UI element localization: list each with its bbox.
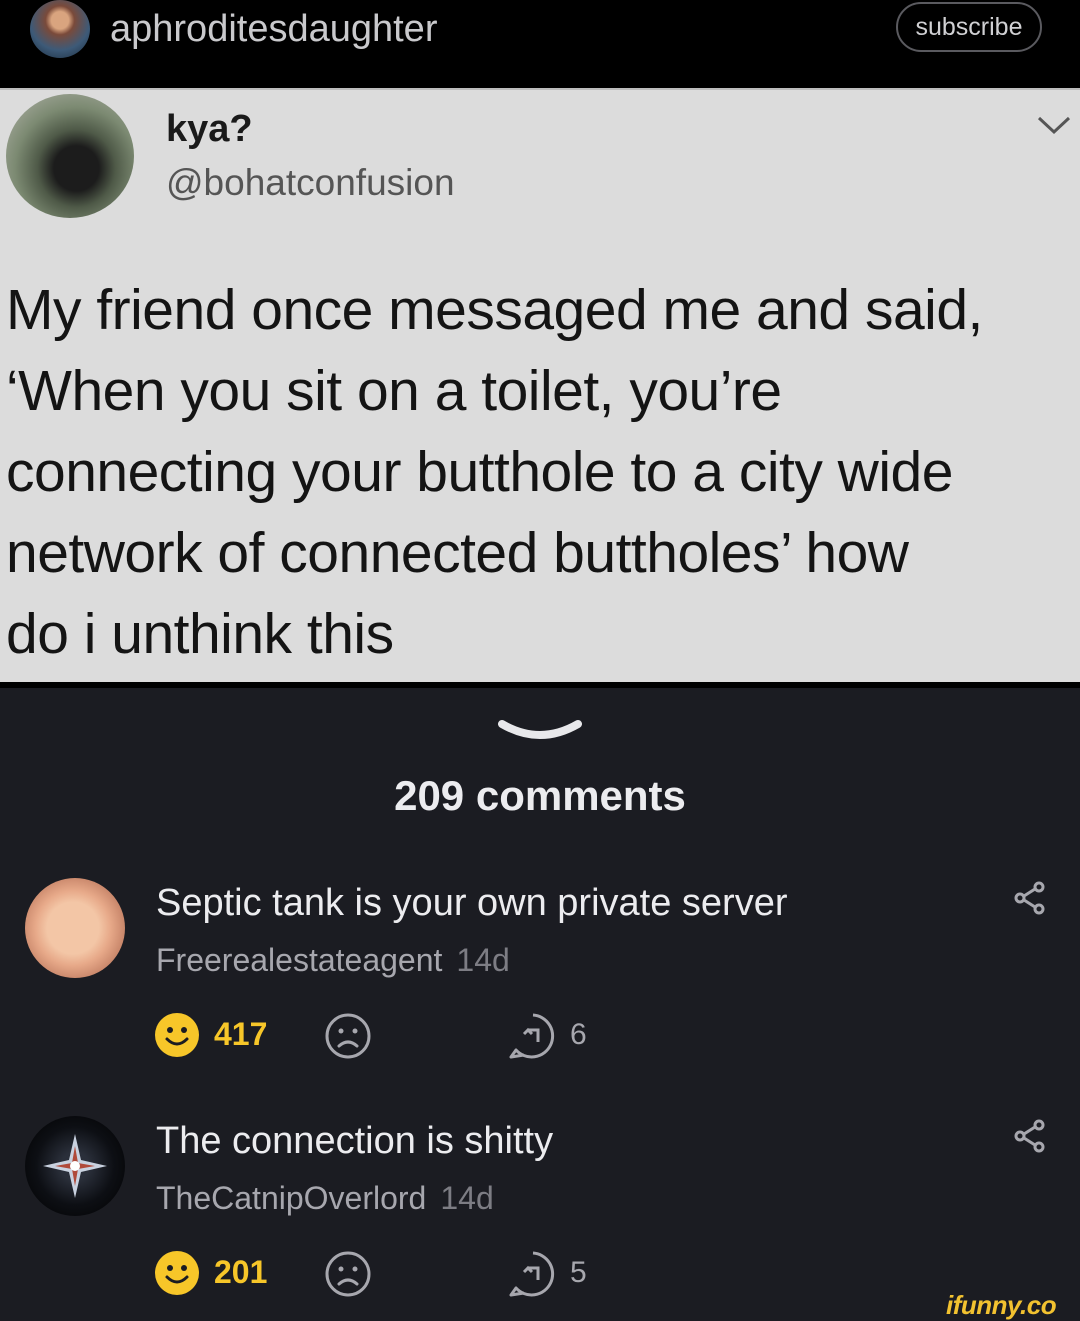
smile-count: 417	[214, 1016, 268, 1052]
comment-text: The connection is shitty	[156, 1120, 554, 1162]
subscribe-button[interactable]: subscribe	[896, 2, 1042, 52]
avatar[interactable]	[25, 878, 125, 978]
share-icon[interactable]	[1010, 878, 1050, 918]
chevron-down-icon	[1037, 116, 1071, 135]
tweet-avatar	[6, 94, 134, 218]
comment-author-line: Freerealestateagent 14d	[156, 942, 510, 979]
reply-count: 5	[570, 1256, 587, 1289]
tweet-text-line: network of connected buttholes’ how	[6, 521, 909, 585]
divider	[0, 682, 1080, 688]
comment-author[interactable]: Freerealestateagent	[156, 942, 442, 978]
tweet-text-line: connecting your butthole to a city wide	[6, 440, 953, 504]
chevron-down-icon[interactable]	[498, 716, 582, 746]
top-bar: aphroditesdaughter subscribe	[0, 0, 1080, 88]
tweet-text-line: do i unthink this	[6, 602, 394, 666]
comment-item: Septic tank is your own private server F…	[0, 878, 1080, 1078]
comment-item: The connection is shitty TheCatnipOverlo…	[0, 1116, 1080, 1316]
post-image-tweet: kya? @bohatconfusion My friend once mess…	[0, 88, 1080, 682]
comment-author[interactable]: TheCatnipOverlord	[156, 1180, 426, 1216]
ifunny-watermark: ifunny.co	[946, 1290, 1057, 1320]
comment-author-line: TheCatnipOverlord 14d	[156, 1180, 494, 1217]
avatar[interactable]	[25, 1116, 125, 1216]
smile-icon[interactable]	[154, 1250, 200, 1296]
smile-count: 201	[214, 1254, 268, 1290]
tweet-handle: @bohatconfusion	[166, 162, 455, 203]
unsmile-icon[interactable]	[324, 1250, 372, 1298]
author-avatar[interactable]	[30, 0, 90, 58]
tweet-display-name: kya?	[166, 108, 253, 150]
tweet-text-line: My friend once messaged me and said,	[6, 278, 983, 342]
tweet-text: My friend once messaged me and said, ‘Wh…	[6, 270, 1074, 675]
comments-count: 209 comments	[394, 772, 686, 819]
reply-count: 6	[570, 1018, 587, 1051]
smile-icon[interactable]	[154, 1012, 200, 1058]
reply-icon[interactable]	[508, 1012, 558, 1060]
comment-time: 14d	[456, 942, 510, 978]
comment-text: Septic tank is your own private server	[156, 882, 788, 924]
share-icon[interactable]	[1010, 1116, 1050, 1156]
reply-icon[interactable]	[508, 1250, 558, 1298]
tweet-text-line: ‘When you sit on a toilet, you’re	[6, 359, 782, 423]
unsmile-icon[interactable]	[324, 1012, 372, 1060]
emblem-icon	[43, 1134, 107, 1198]
comment-time: 14d	[440, 1180, 494, 1216]
author-username[interactable]: aphroditesdaughter	[110, 6, 437, 52]
